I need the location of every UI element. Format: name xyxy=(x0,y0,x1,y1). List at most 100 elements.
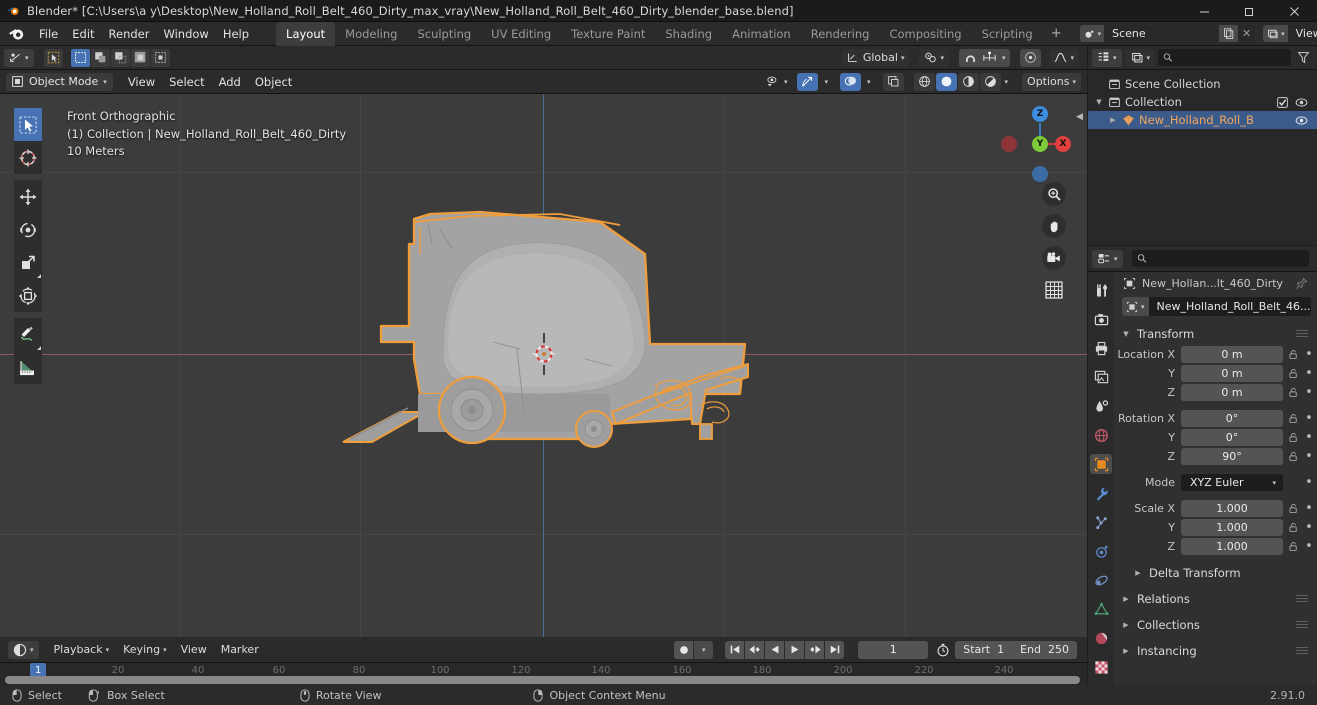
checkbox-icon[interactable] xyxy=(1277,96,1288,108)
tab-physics-properties[interactable] xyxy=(1090,541,1112,561)
frame-end-field[interactable]: End 250 xyxy=(1012,641,1077,659)
tool-move[interactable] xyxy=(14,180,42,213)
properties-search-box[interactable] xyxy=(1131,250,1309,267)
properties-editor-type-button[interactable]: ▾ xyxy=(1092,249,1123,268)
gizmo-axis-neg-x[interactable] xyxy=(1001,136,1017,152)
navigation-gizmo[interactable]: Z Y X xyxy=(995,100,1071,182)
animate-dot-icon[interactable]: • xyxy=(1304,431,1314,444)
interaction-mode-selector[interactable]: Object Mode ▾ xyxy=(6,72,113,91)
tab-constraints-properties[interactable] xyxy=(1090,570,1112,590)
select-extend-button[interactable] xyxy=(90,48,110,67)
keying-menu[interactable]: Keying ▾ xyxy=(118,641,171,659)
outliner-display-mode-button[interactable]: ▾ xyxy=(1125,48,1156,67)
tool-tweak-select[interactable] xyxy=(14,108,42,141)
prop-location-y[interactable]: Y 0 m • xyxy=(1117,365,1314,382)
rotation-mode-dropdown[interactable]: XYZ Euler ▾ xyxy=(1181,474,1283,491)
timeline-editor-type-button[interactable]: ▾ xyxy=(8,640,39,659)
tab-scripting[interactable]: Scripting xyxy=(972,22,1043,46)
timeline-track[interactable]: 20 40 60 80 100 120 140 160 180 200 220 … xyxy=(0,663,1087,685)
lock-icon[interactable] xyxy=(1287,413,1300,424)
prop-rotation-mode[interactable]: Mode XYZ Euler ▾ • xyxy=(1117,474,1314,491)
tab-render-properties[interactable] xyxy=(1090,309,1112,329)
eye-icon[interactable] xyxy=(1295,97,1308,108)
outliner-row-object[interactable]: ▶ New_Holland_Roll_B xyxy=(1088,111,1317,129)
falloff-selector[interactable]: ▾ xyxy=(1049,48,1079,67)
timeline-view-menu[interactable]: View xyxy=(176,641,212,659)
menu-help[interactable]: Help xyxy=(216,24,256,44)
expand-triangle-icon[interactable]: ▶ xyxy=(1108,116,1118,124)
menu-add[interactable]: Add xyxy=(212,72,248,92)
tab-texture-properties[interactable] xyxy=(1090,657,1112,677)
blender-menu-icon[interactable] xyxy=(8,25,25,42)
camera-view-button[interactable] xyxy=(1042,246,1066,270)
minimize-button[interactable] xyxy=(1182,0,1227,22)
zoom-button[interactable] xyxy=(1042,182,1066,206)
tool-measure[interactable] xyxy=(14,351,42,384)
panel-collections-header[interactable]: ▶ Collections xyxy=(1114,614,1317,635)
outliner-filter-button[interactable] xyxy=(1294,51,1317,64)
tab-viewlayer-properties[interactable] xyxy=(1090,367,1112,387)
tab-particles-properties[interactable] xyxy=(1090,512,1112,532)
marker-menu[interactable]: Marker xyxy=(216,641,264,659)
prop-scale-y[interactable]: Y 1.000 • xyxy=(1117,519,1314,536)
outliner-row-collection[interactable]: ▼ Collection xyxy=(1088,93,1317,111)
tab-data-properties[interactable] xyxy=(1090,599,1112,619)
tool-rotate[interactable] xyxy=(14,213,42,246)
unlink-scene-button[interactable]: ✕ xyxy=(1238,25,1255,42)
outliner-editor-type-button[interactable]: ▾ xyxy=(1092,48,1122,67)
pan-button[interactable] xyxy=(1042,214,1066,238)
tab-shading[interactable]: Shading xyxy=(655,22,722,46)
prop-scale-z[interactable]: Z 1.000 • xyxy=(1117,538,1314,555)
tab-sculpting[interactable]: Sculpting xyxy=(407,22,481,46)
select-set-button[interactable] xyxy=(70,48,90,67)
viewport-3d[interactable]: Front Orthographic (1) Collection | New_… xyxy=(0,94,1087,637)
show-gizmo-button[interactable] xyxy=(797,72,819,91)
animate-dot-icon[interactable]: • xyxy=(1304,540,1314,553)
scene-browse-button[interactable]: ▾ xyxy=(1079,25,1105,42)
outliner-tree[interactable]: Scene Collection ▼ Collection ▶ New_Holl… xyxy=(1088,70,1317,245)
eye-icon[interactable] xyxy=(1295,115,1308,126)
frame-start-field[interactable]: Start 1 xyxy=(955,641,1012,659)
playhead[interactable]: 1 xyxy=(30,663,47,677)
animate-dot-icon[interactable]: • xyxy=(1304,386,1314,399)
animate-dot-icon[interactable]: • xyxy=(1304,412,1314,425)
menu-view[interactable]: View xyxy=(121,72,162,92)
gizmo-axis-neg-z[interactable] xyxy=(1032,166,1048,182)
prop-location-z[interactable]: Z 0 m • xyxy=(1117,384,1314,401)
tab-texture-paint[interactable]: Texture Paint xyxy=(561,22,655,46)
tab-compositing[interactable]: Compositing xyxy=(879,22,971,46)
tab-uv-editing[interactable]: UV Editing xyxy=(481,22,561,46)
auto-keying-button[interactable] xyxy=(674,640,694,659)
prop-rotation-x[interactable]: Rotation X 0° • xyxy=(1117,410,1314,427)
viewlayer-browse-button[interactable]: ▾ xyxy=(1263,25,1288,42)
editor-type-selector[interactable]: ▾ xyxy=(4,48,34,67)
menu-render[interactable]: Render xyxy=(102,24,157,44)
view-layer-name[interactable]: View Layer xyxy=(1287,25,1317,42)
outliner-search-box[interactable] xyxy=(1158,49,1291,66)
tab-layout[interactable]: Layout xyxy=(276,21,336,46)
jump-to-prev-keyframe-button[interactable] xyxy=(745,640,765,659)
menu-object[interactable]: Object xyxy=(248,72,299,92)
gizmo-dropdown[interactable]: ▾ xyxy=(821,73,831,91)
play-reverse-button[interactable] xyxy=(765,640,785,659)
scene-name[interactable]: Scene xyxy=(1104,25,1220,42)
proportional-editing-toggle[interactable] xyxy=(1020,48,1042,67)
shading-dropdown[interactable]: ▾ xyxy=(1002,73,1012,91)
pin-icon[interactable] xyxy=(1295,277,1308,290)
panel-relations-header[interactable]: ▶ Relations xyxy=(1114,588,1317,609)
animate-dot-icon[interactable]: • xyxy=(1304,476,1314,489)
prop-rotation-z[interactable]: Z 90° • xyxy=(1117,448,1314,465)
prop-value[interactable]: 1.000 xyxy=(1181,500,1283,517)
lock-icon[interactable] xyxy=(1287,432,1300,443)
lock-icon[interactable] xyxy=(1287,522,1300,533)
snap-toggle-group[interactable]: ▾ xyxy=(958,48,1011,67)
prop-rotation-y[interactable]: Y 0° • xyxy=(1117,429,1314,446)
cursor-tool-button[interactable] xyxy=(43,48,63,67)
object-name-field[interactable]: New_Holland_Roll_Belt_46... xyxy=(1148,297,1311,316)
animate-dot-icon[interactable]: • xyxy=(1304,502,1314,515)
transform-orientation-selector[interactable]: Global ▾ xyxy=(841,48,910,67)
select-intersect-button[interactable] xyxy=(150,48,170,67)
tab-output-properties[interactable] xyxy=(1090,338,1112,358)
lock-icon[interactable] xyxy=(1287,541,1300,552)
tab-rendering[interactable]: Rendering xyxy=(801,22,880,46)
